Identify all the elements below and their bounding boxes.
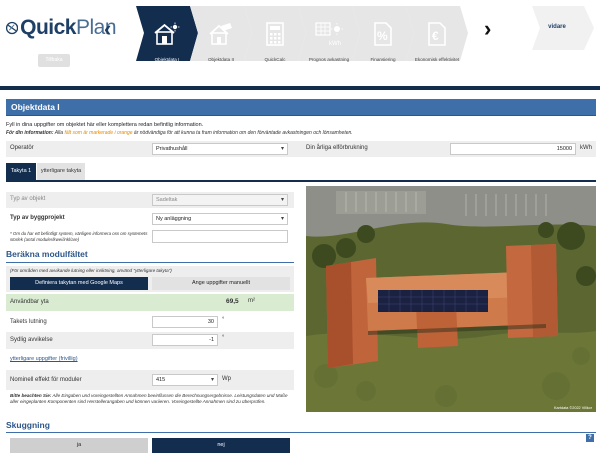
section-header [6, 99, 596, 116]
step-label: Prognos avkastning [308, 57, 350, 62]
step-label: Ekonomisk effektivitet [414, 57, 460, 62]
usable-area-label: Användbar yta [10, 299, 49, 305]
object-type-label: Typ av objekt [10, 196, 46, 202]
step-objektdata-2[interactable]: Objektdata II [190, 6, 252, 62]
deviation-label: Sydlig avvikelse [10, 337, 53, 343]
operator-select[interactable]: Privathushåll [152, 143, 288, 155]
intro-text: Fyll in dina uppgifter om objektet här e… [6, 122, 204, 128]
module-field-hint: (För områden med avvikande lutning eller… [10, 268, 172, 273]
next-button-label: vidare [548, 24, 566, 30]
shading-no-button[interactable]: nej [152, 438, 290, 453]
module-field-divider [6, 262, 294, 263]
module-power-label: Nominell effekt för moduler [10, 377, 82, 383]
kwh-sun-icon: kWh [315, 21, 343, 47]
shading-yes-button[interactable]: ja [10, 438, 148, 453]
step-quickcalc[interactable]: QuickCalc [244, 6, 306, 62]
quickplan-logo-icon [6, 21, 19, 35]
svg-text:kWh: kWh [329, 41, 341, 47]
module-field-title: Beräkna modulfältet [6, 249, 88, 259]
step-prognos[interactable]: kWh Prognos avkastning [298, 6, 360, 62]
operator-label: Operatör [10, 145, 34, 151]
back-button[interactable]: Tillbaka [38, 54, 70, 67]
satellite-map[interactable] [306, 186, 596, 412]
next-button[interactable]: vidare [532, 6, 594, 50]
step-ekonomisk[interactable]: € Ekonomisk effektivitet [406, 6, 468, 62]
module-power-select[interactable]: 415 [152, 374, 218, 386]
help-icon[interactable]: ? [586, 434, 594, 442]
tab-takyta-1[interactable]: Takyta 1 [6, 163, 36, 180]
step-label: Objektdata II [207, 57, 235, 62]
project-type-select[interactable]: Ny anläggning [152, 213, 288, 225]
section-title: Objektdata I [11, 102, 60, 112]
object-type-select[interactable]: Sadeltak [152, 194, 288, 206]
satellite-image [306, 186, 596, 412]
existing-system-note: * Om du har ett befintligt system, vänli… [10, 231, 148, 242]
more-details-link[interactable]: ytterligare uppgifter (frivillig) [10, 356, 78, 362]
app-logo: QuickPlan [6, 14, 117, 42]
manual-input-button[interactable]: Ange uppgifter manuellt [152, 277, 290, 290]
euro-doc-icon: € [428, 21, 446, 46]
shading-divider [6, 432, 596, 433]
consumption-input[interactable]: 15000 [450, 143, 576, 155]
shading-title: Skuggning [6, 420, 50, 430]
logo-text: QuickPlan [20, 16, 116, 39]
consumption-label: Din årliga elförbrukning [306, 145, 368, 151]
map-footer: Kartdata ©2022 Villkor [554, 406, 592, 410]
house-panel-icon [209, 22, 232, 45]
step-label: QuickCalc [264, 57, 286, 62]
step-label: Objektdata I [154, 57, 180, 62]
next-chevron-icon[interactable]: › [484, 18, 491, 40]
house-solar-icon [154, 22, 180, 45]
percent-doc-icon: % [374, 21, 392, 46]
step-objektdata-1[interactable]: Objektdata I [136, 6, 198, 62]
calculator-icon [266, 21, 284, 46]
define-with-google-maps-button[interactable]: Definiera takytan med Google Maps [10, 277, 148, 290]
usable-area-value: 69,5 [226, 298, 239, 305]
svg-text:%: % [377, 29, 388, 43]
tab-ytterligare-takyta[interactable]: ytterligare takyta [37, 163, 85, 180]
slope-input[interactable]: 30 [152, 316, 218, 328]
info-text: För din information: Alla fält som är ma… [6, 130, 353, 136]
svg-text:€: € [432, 29, 439, 43]
disclaimer-note: Bitte beachten Sie: Alle Eingaben und vo… [10, 393, 288, 404]
usable-area-unit: m² [248, 298, 255, 304]
consumption-unit: kWh [580, 145, 592, 151]
nav-divider [0, 86, 600, 90]
slope-unit: ° [222, 317, 225, 323]
deviation-unit: ° [222, 335, 225, 341]
back-chevron-icon[interactable]: ‹ [104, 18, 111, 40]
project-type-label: Typ av byggprojekt [10, 215, 65, 221]
step-label: Finansiering [370, 57, 396, 62]
slope-label: Takets lutning [10, 319, 47, 325]
deviation-input[interactable]: -1 [152, 334, 218, 346]
step-finansiering[interactable]: % Finansiering [352, 6, 414, 62]
existing-system-input[interactable] [152, 230, 288, 243]
module-power-unit: Wp [222, 376, 231, 382]
tab-underline [6, 180, 596, 182]
